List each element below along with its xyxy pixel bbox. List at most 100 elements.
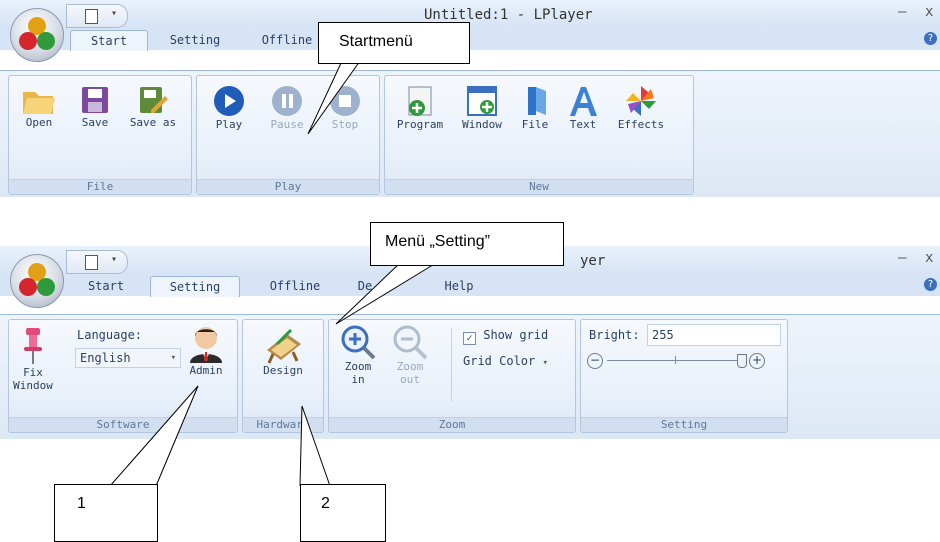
new-document-icon[interactable] xyxy=(85,9,98,24)
language-value: English xyxy=(80,351,131,365)
text-button[interactable]: Text xyxy=(563,84,603,131)
effects-pinwheel-icon xyxy=(626,86,656,116)
tab-offline[interactable]: Offline xyxy=(257,30,317,50)
text-a-icon xyxy=(570,87,597,116)
bright-input[interactable]: 255 xyxy=(647,324,781,346)
app-orb-button[interactable] xyxy=(10,8,64,62)
callout-startmenu-text: Startmenü xyxy=(339,33,413,50)
close-button[interactable]: x xyxy=(925,4,933,20)
window-icon xyxy=(467,86,497,116)
design-easel-icon xyxy=(267,328,301,364)
file-label: File xyxy=(521,118,549,131)
admin-user-icon xyxy=(190,327,222,363)
callout-2-text: 2 xyxy=(321,495,330,512)
folder-open-icon xyxy=(23,92,55,114)
brightness-slider[interactable]: − + xyxy=(587,352,777,370)
program-icon xyxy=(408,86,432,116)
app-orb-button-2[interactable] xyxy=(10,254,64,308)
minimize-button[interactable]: – xyxy=(898,4,906,20)
plus-icon[interactable]: + xyxy=(749,353,765,369)
file-button[interactable]: File xyxy=(515,84,555,131)
play-label: Play xyxy=(215,118,243,131)
save-as-icon xyxy=(140,87,168,113)
group-new: Program Window File Text Effects New xyxy=(384,75,694,195)
grid-color-dropdown[interactable]: Grid Color ▾ xyxy=(463,354,548,368)
text-label: Text xyxy=(569,118,597,131)
language-label: Language: xyxy=(77,328,143,342)
show-grid-checkbox[interactable]: ✓ Show grid xyxy=(463,328,548,345)
admin-label: Admin xyxy=(189,364,223,377)
bright-value: 255 xyxy=(652,328,674,342)
tab-offline[interactable]: Offline xyxy=(260,276,330,296)
zoom-out-label: Zoom out xyxy=(396,360,424,386)
group-setting: Bright: 255 − + Setting xyxy=(580,319,788,433)
design-button[interactable]: Design xyxy=(251,324,315,377)
qat-dropdown-icon[interactable]: ▾ xyxy=(111,8,117,19)
callout-2-pointer xyxy=(299,405,331,487)
window-title: Untitled:1 - LPlayer xyxy=(424,7,593,23)
admin-button[interactable]: Admin xyxy=(181,324,231,377)
fix-window-label: Fix Window xyxy=(13,366,53,392)
callout-1-text: 1 xyxy=(77,495,86,512)
group-caption-zoom: Zoom xyxy=(329,417,575,432)
window-button[interactable]: Window xyxy=(453,84,511,131)
new-document-icon[interactable] xyxy=(85,255,98,270)
grid-color-label: Grid Color xyxy=(463,354,536,368)
title-bar: ▾ Untitled:1 - LPlayer – x xyxy=(0,0,940,28)
quick-access-toolbar[interactable]: ▾ xyxy=(66,4,128,28)
open-button[interactable]: Open xyxy=(17,84,61,129)
tab-start[interactable]: Start xyxy=(76,276,136,296)
quick-access-toolbar-2[interactable]: ▾ xyxy=(66,250,128,274)
ribbon-start: Open Save Save as File Play Pause Stop P… xyxy=(0,70,940,197)
group-zoom: Zoom in Zoom out ✓ Show grid Grid Color … xyxy=(328,319,576,433)
window-start-menu: ▾ Untitled:1 - LPlayer – x Start Setting… xyxy=(0,0,940,197)
group-caption-setting: Setting xyxy=(581,417,787,432)
group-caption-new: New xyxy=(385,179,693,194)
file-book-icon xyxy=(528,87,546,115)
slider-thumb[interactable] xyxy=(737,354,747,368)
group-file: Open Save Save as File xyxy=(8,75,192,195)
play-button[interactable]: Play xyxy=(207,84,251,131)
language-select[interactable]: English ▾ xyxy=(75,348,181,368)
show-grid-label: Show grid xyxy=(483,328,549,342)
callout-1: 1 xyxy=(54,484,158,542)
callout-setting-pointer xyxy=(335,262,437,325)
help-icon[interactable]: ? xyxy=(924,32,937,45)
pushpin-icon xyxy=(24,328,42,364)
qat-dropdown-icon[interactable]: ▾ xyxy=(111,254,117,265)
close-button-2[interactable]: x xyxy=(925,250,933,266)
tab-start[interactable]: Start xyxy=(70,30,148,51)
save-button[interactable]: Save xyxy=(73,84,117,129)
window-label: Window xyxy=(462,118,502,131)
zoom-in-label: Zoom in xyxy=(344,360,372,386)
help-icon[interactable]: ? xyxy=(924,278,937,291)
zoom-in-button[interactable]: Zoom in xyxy=(335,324,381,386)
effects-label: Effects xyxy=(617,118,665,131)
check-icon: ✓ xyxy=(463,332,476,345)
play-icon xyxy=(214,86,244,116)
open-label: Open xyxy=(25,116,53,129)
callout-setting-text: Menü „Setting” xyxy=(385,233,490,250)
tab-setting[interactable]: Setting xyxy=(160,30,230,50)
callout-startmenu: Startmenü xyxy=(318,22,470,64)
save-label: Save xyxy=(81,116,109,129)
chevron-down-icon: ▾ xyxy=(170,353,176,363)
chevron-down-icon: ▾ xyxy=(542,358,548,368)
window-title-2: yer xyxy=(580,253,606,269)
callout-setting-menu: Menü „Setting” xyxy=(370,222,564,266)
save-as-button[interactable]: Save as xyxy=(129,84,177,129)
design-label: Design xyxy=(263,364,303,377)
callout-1-pointer xyxy=(109,385,199,487)
ribbon-tab-strip-2: Start Setting Offline De Help ? xyxy=(0,274,940,297)
fix-window-button[interactable]: Fix Window xyxy=(9,326,57,392)
save-disk-icon xyxy=(82,87,108,113)
slider-tick xyxy=(675,356,676,364)
minus-icon[interactable]: − xyxy=(587,353,603,369)
callout-startmenu-pointer xyxy=(307,60,361,135)
zoom-out-button[interactable]: Zoom out xyxy=(387,324,433,386)
minimize-button-2[interactable]: – xyxy=(898,250,906,266)
tab-setting[interactable]: Setting xyxy=(150,276,240,297)
effects-button[interactable]: Effects xyxy=(611,84,671,131)
group-caption-file: File xyxy=(9,179,191,194)
group-caption-play: Play xyxy=(197,179,379,194)
